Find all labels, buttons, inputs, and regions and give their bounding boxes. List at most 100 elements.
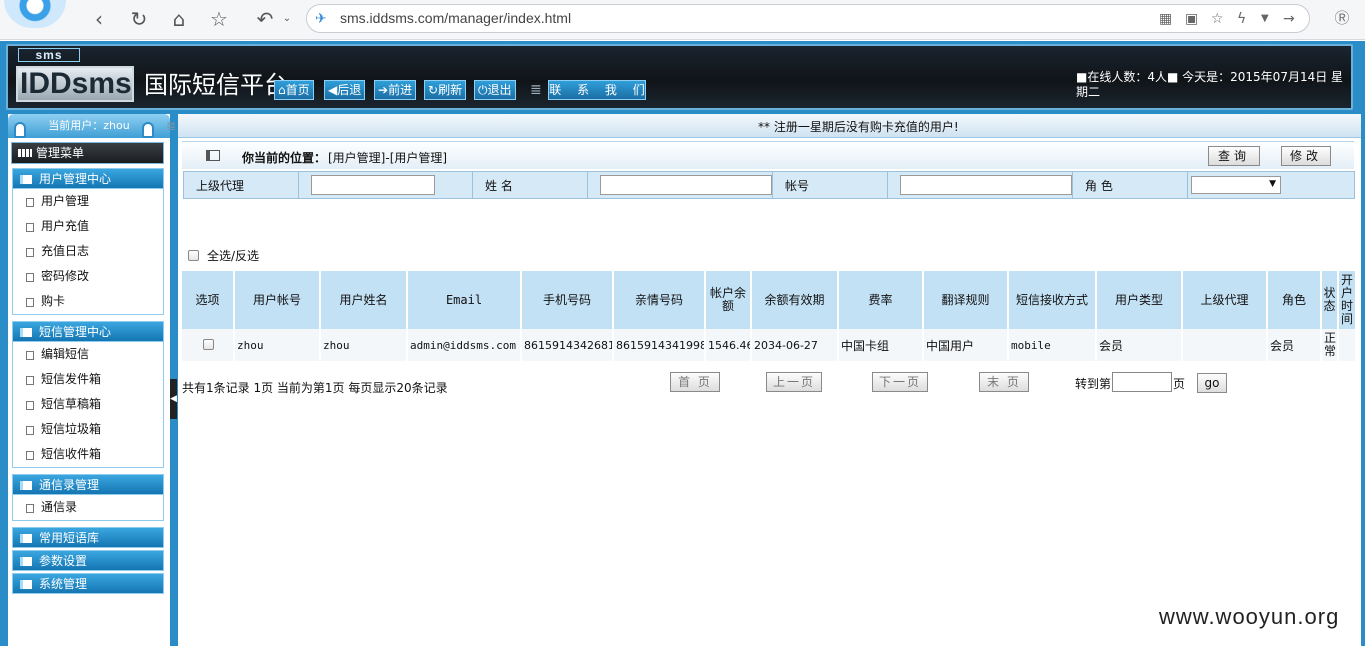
menu-item-buy-card[interactable]: 购卡 — [13, 289, 163, 314]
dropdown-icon[interactable]: ▼ — [1261, 10, 1269, 28]
folder-icon — [20, 328, 32, 337]
menu-group-header[interactable]: 短信管理中心 — [12, 321, 164, 342]
sidebar-splitter[interactable]: ◀ — [170, 114, 178, 646]
menu-item-drafts[interactable]: 短信草稿箱 — [13, 392, 163, 417]
refresh-button[interactable]: ↻刷新 — [424, 80, 467, 100]
folder-icon — [20, 557, 32, 566]
agent-label: 上级代理 — [183, 171, 299, 199]
pin-icon — [14, 122, 26, 138]
cell-user-type: 会员 — [1096, 329, 1183, 361]
name-input[interactable] — [600, 175, 772, 195]
dropdown-icon[interactable]: ⌄ — [274, 6, 300, 32]
back-button[interactable]: ◀后退 — [324, 80, 366, 100]
forward-arrow-icon: ➔ — [378, 83, 389, 97]
account-input[interactable] — [900, 175, 1072, 195]
menu-item-compose-sms[interactable]: 编辑短信 — [13, 342, 163, 367]
next-page-button[interactable]: 下一页 — [872, 372, 928, 392]
menu-group-settings: 参数设置 — [12, 550, 164, 571]
qr-icon[interactable]: ▦ — [1159, 10, 1172, 28]
edit-button[interactable]: 修改 — [1281, 146, 1331, 166]
goto-page-input[interactable] — [1112, 372, 1172, 392]
menu-item-password[interactable]: 密码修改 — [13, 264, 163, 289]
cell-receive-method: mobile — [1008, 329, 1097, 361]
menu-item-outbox[interactable]: 短信发件箱 — [13, 367, 163, 392]
first-page-button[interactable]: 首 页 — [670, 372, 720, 392]
cell-family-number: 8615914341998 — [613, 329, 706, 361]
cell-agent — [1182, 329, 1268, 361]
go-button[interactable]: go — [1197, 373, 1227, 393]
menu-item-recharge-log[interactable]: 充值日志 — [13, 239, 163, 264]
col-mobile: 手机号码 — [521, 271, 614, 329]
select-all[interactable]: 全选/反选 — [188, 247, 259, 264]
menu-item-user-manage[interactable]: 用户管理 — [13, 189, 163, 214]
folder-icon — [20, 580, 32, 589]
online-count: ■在线人数：4人■ — [1076, 70, 1179, 84]
back-arrow-icon: ◀ — [328, 83, 338, 97]
reader-icon[interactable]: ▣ — [1185, 10, 1198, 28]
document-icon — [26, 223, 34, 232]
menu-group-header[interactable]: 常用短语库 — [12, 527, 164, 548]
menu-group-header[interactable]: 用户管理中心 — [12, 168, 164, 189]
sidebar: 当前用户：zhou 管理菜单 用户管理中心 用户管理 用户充值 充值日志 密码修… — [8, 114, 170, 646]
menu-group-phrases: 常用短语库 — [12, 527, 164, 548]
document-icon — [26, 451, 34, 460]
document-icon — [26, 298, 34, 307]
menu-item-trash[interactable]: 短信垃圾箱 — [13, 417, 163, 442]
menu-item-inbox[interactable]: 短信收件箱 — [13, 442, 163, 467]
header-status: ■在线人数：4人■ 今天是：2015年07月14日 星期二 — [1076, 70, 1346, 100]
row-checkbox[interactable] — [203, 338, 214, 350]
address-bar[interactable]: ✈ sms.iddsms.com/manager/index.html ▦ ▣ … — [306, 4, 1310, 33]
refresh-icon[interactable]: ↻ — [126, 6, 152, 32]
document-icon — [26, 504, 34, 513]
menu-group-user: 用户管理中心 用户管理 用户充值 充值日志 密码修改 购卡 — [12, 168, 164, 315]
app-header: sms IDDsms 国际短信平台 ⌂首页 ◀后退 ➔前进 ↻刷新 ⏻退出 ≣ … — [6, 44, 1353, 110]
col-account: 用户帐号 — [234, 271, 321, 329]
menu-group-header[interactable]: 参数设置 — [12, 550, 164, 571]
grid-icon — [18, 149, 32, 157]
query-button[interactable]: 查询 — [1208, 146, 1260, 166]
lightning-icon[interactable]: ϟ — [1237, 10, 1246, 28]
extension-icon[interactable]: Ⓡ — [1332, 8, 1352, 28]
logo-iddsms: IDDsms — [16, 66, 134, 102]
document-icon — [26, 351, 34, 360]
folder-icon — [20, 481, 32, 490]
agent-input[interactable] — [311, 175, 435, 195]
menu-item-user-recharge[interactable]: 用户充值 — [13, 214, 163, 239]
col-agent: 上级代理 — [1182, 271, 1268, 329]
forward-arrow-icon[interactable]: → — [1283, 10, 1295, 28]
logo-sms: sms — [18, 48, 80, 62]
col-balance-expiry: 余额有效期 — [751, 271, 839, 329]
star-icon[interactable]: ☆ — [206, 6, 232, 32]
col-email: Email — [407, 271, 522, 329]
select-all-checkbox[interactable] — [188, 250, 199, 261]
window-icon — [206, 150, 220, 161]
cell-translation-rule: 中国用户 — [923, 329, 1009, 361]
notice-bar: ≣ ** 注册一星期后没有购卡充值的用户! — [166, 114, 1361, 138]
folder-icon — [20, 175, 32, 184]
role-select[interactable]: ▼ — [1191, 176, 1281, 194]
main-content: 你当前的位置： [用户管理]-[用户管理] 查询 修改 上级代理 姓 名 帐号 … — [178, 138, 1361, 646]
cell-rate: 中国卡组 — [838, 329, 924, 361]
user-table: 选项 用户帐号 用户姓名 Email 手机号码 亲情号码 帐户余额 余额有效期 … — [182, 271, 1357, 361]
home-button[interactable]: ⌂首页 — [274, 80, 314, 100]
back-icon[interactable]: ‹ — [86, 6, 112, 32]
menu-group-header[interactable]: 系统管理 — [12, 573, 164, 594]
contact-us-button[interactable]: 联 系 我 们 — [548, 80, 646, 100]
menu-group-header[interactable]: 通信录管理 — [12, 474, 164, 495]
col-family-number: 亲情号码 — [613, 271, 706, 329]
url-text[interactable]: sms.iddsms.com/manager/index.html — [340, 10, 571, 26]
refresh-icon: ↻ — [428, 83, 439, 97]
forward-button[interactable]: ➔前进 — [374, 80, 417, 100]
bookmark-icon[interactable]: ☆ — [1211, 10, 1224, 28]
prev-page-button[interactable]: 上一页 — [766, 372, 822, 392]
logout-button[interactable]: ⏻退出 — [474, 80, 516, 100]
cell-email: admin@iddsms.com — [407, 329, 522, 361]
menu-item-contacts[interactable]: 通信录 — [13, 495, 163, 520]
home-icon[interactable]: ⌂ — [166, 6, 192, 32]
last-page-button[interactable]: 末 页 — [979, 372, 1029, 392]
app-frame: sms IDDsms 国际短信平台 ⌂首页 ◀后退 ➔前进 ↻刷新 ⏻退出 ≣ … — [0, 41, 1365, 646]
collapse-arrow-icon[interactable]: ◀ — [170, 379, 177, 419]
current-user-bar: 当前用户：zhou — [8, 114, 170, 138]
grip-icon: ≣ — [166, 119, 177, 133]
browser-logo-icon[interactable] — [4, 0, 66, 28]
